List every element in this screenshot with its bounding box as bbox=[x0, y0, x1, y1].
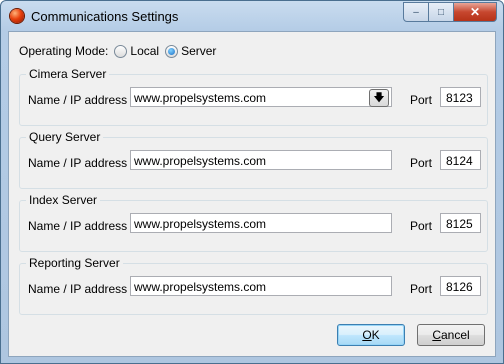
minimize-button[interactable]: – bbox=[403, 2, 429, 22]
server-radio[interactable] bbox=[165, 44, 179, 58]
query-port-input[interactable]: 8124 bbox=[440, 150, 481, 170]
dialog-window: Communications Settings – □ ✕ Operating … bbox=[0, 0, 504, 364]
maximize-icon: □ bbox=[437, 6, 445, 18]
address-value: www.propelsystems.com bbox=[134, 217, 267, 231]
reporting-server-group: Reporting Server Name / IP address www.p… bbox=[19, 256, 488, 315]
ok-label: K bbox=[371, 328, 380, 342]
address-value: www.propelsystems.com bbox=[134, 91, 267, 105]
address-value: www.propelsystems.com bbox=[134, 280, 267, 294]
local-radio[interactable] bbox=[114, 44, 128, 58]
maximize-button[interactable]: □ bbox=[429, 2, 454, 22]
port-value: 8126 bbox=[446, 280, 473, 294]
window-title: Communications Settings bbox=[31, 9, 179, 24]
index-server-group: Index Server Name / IP address www.prope… bbox=[19, 193, 488, 252]
query-address-input[interactable]: www.propelsystems.com bbox=[130, 150, 392, 170]
query-server-group: Query Server Name / IP address www.prope… bbox=[19, 130, 488, 189]
group-title: Query Server bbox=[26, 130, 104, 144]
address-label: Name / IP address bbox=[28, 93, 128, 107]
cimera-port-input[interactable]: 8123 bbox=[440, 87, 481, 107]
address-label: Name / IP address bbox=[28, 219, 128, 233]
cancel-accelerator: C bbox=[432, 328, 441, 342]
operating-mode-row: Operating Mode: Local Server bbox=[19, 44, 216, 58]
port-label: Port bbox=[410, 219, 433, 233]
port-value: 8123 bbox=[446, 91, 473, 105]
port-label: Port bbox=[410, 93, 433, 107]
address-label: Name / IP address bbox=[28, 282, 128, 296]
address-label: Name / IP address bbox=[28, 156, 128, 170]
port-label: Port bbox=[410, 282, 433, 296]
port-value: 8124 bbox=[446, 154, 473, 168]
server-radio-label[interactable]: Server bbox=[181, 44, 216, 58]
app-icon[interactable] bbox=[10, 9, 24, 23]
port-value: 8125 bbox=[446, 217, 473, 231]
group-title: Cimera Server bbox=[26, 67, 110, 81]
port-label: Port bbox=[410, 156, 433, 170]
close-icon: ✕ bbox=[469, 5, 481, 19]
ok-accelerator: O bbox=[362, 328, 372, 342]
group-title: Index Server bbox=[26, 193, 101, 207]
caption-buttons: – □ ✕ bbox=[403, 2, 497, 22]
index-address-input[interactable]: www.propelsystems.com bbox=[130, 213, 392, 233]
group-title: Reporting Server bbox=[26, 256, 123, 270]
address-value: www.propelsystems.com bbox=[134, 154, 267, 168]
close-button[interactable]: ✕ bbox=[454, 2, 497, 22]
cancel-label: ancel bbox=[440, 328, 470, 342]
operating-mode-label: Operating Mode: bbox=[19, 44, 109, 58]
cimera-address-combobox[interactable]: www.propelsystems.com 🡇 bbox=[130, 87, 392, 107]
minimize-icon: – bbox=[413, 6, 419, 18]
title-bar[interactable]: Communications Settings – □ ✕ bbox=[1, 1, 503, 31]
reporting-port-input[interactable]: 8126 bbox=[440, 276, 481, 296]
local-radio-label[interactable]: Local bbox=[130, 44, 159, 58]
index-port-input[interactable]: 8125 bbox=[440, 213, 481, 233]
cancel-button[interactable]: Cancel bbox=[417, 324, 485, 346]
reporting-address-input[interactable]: www.propelsystems.com bbox=[130, 276, 392, 296]
dialog-client-area: Operating Mode: Local Server Cimera Serv… bbox=[8, 31, 496, 357]
cimera-server-group: Cimera Server Name / IP address www.prop… bbox=[19, 67, 488, 126]
dropdown-arrow-icon[interactable]: 🡇 bbox=[369, 89, 389, 107]
ok-button[interactable]: OK bbox=[337, 324, 405, 346]
